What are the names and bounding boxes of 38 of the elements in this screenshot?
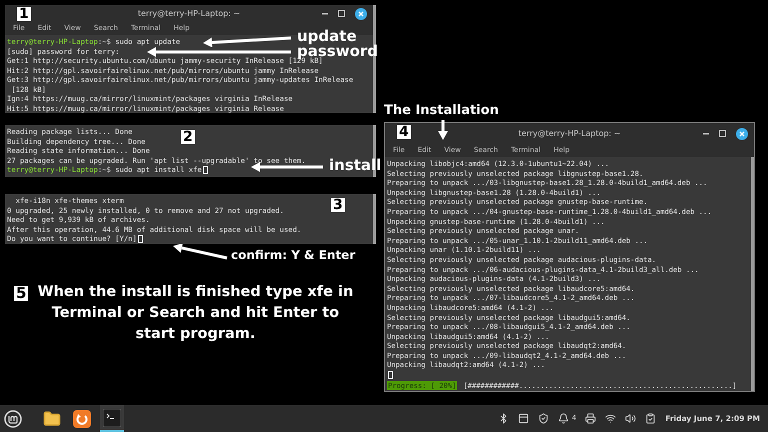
minimize-icon[interactable] [322, 12, 328, 15]
wifi-icon[interactable] [605, 413, 616, 424]
annotation-label: password [297, 44, 378, 59]
annotation-label: install [329, 158, 382, 173]
maximize-icon[interactable] [338, 10, 345, 18]
clipboard-icon[interactable] [645, 413, 656, 424]
window-title: terry@terry-HP-Laptop: ~ [518, 128, 621, 140]
step-number: 1 [17, 7, 31, 21]
printer-icon[interactable] [585, 413, 596, 424]
arrow-icon [171, 244, 229, 260]
window-icon[interactable] [518, 413, 529, 424]
step-number: 2 [181, 130, 195, 144]
window-title: terry@terry-HP-Laptop: ~ [138, 8, 240, 20]
step-number: 3 [331, 198, 345, 212]
step-number: 5 [13, 285, 30, 302]
close-button[interactable] [355, 8, 367, 20]
minimize-icon[interactable] [703, 132, 709, 134]
arrow-icon [249, 162, 325, 172]
close-button[interactable] [736, 128, 748, 140]
folder-icon [43, 410, 61, 428]
volume-icon[interactable] [625, 413, 636, 424]
heading-label: The Installation [384, 104, 500, 120]
text-cursor [138, 234, 143, 243]
bluetooth-icon[interactable] [498, 413, 509, 424]
maximize-icon[interactable] [719, 130, 726, 137]
shield-icon[interactable] [538, 413, 549, 424]
text-cursor [388, 370, 393, 379]
logo-icon[interactable] [4, 410, 22, 428]
instruction-text: When the install is finished type xfe in Terminal or Search and hit Enter to start program. [37, 283, 354, 344]
step-number: 4 [397, 125, 411, 139]
notification-icon[interactable] [558, 413, 569, 424]
taskbar-app[interactable] [100, 405, 124, 432]
update-icon [73, 410, 91, 428]
arrow-icon [438, 120, 448, 142]
annotation-label: update [297, 29, 357, 44]
terminal-icon [103, 408, 121, 426]
annotation-label: confirm: Y & Enter [231, 249, 356, 261]
text-cursor [202, 166, 208, 174]
